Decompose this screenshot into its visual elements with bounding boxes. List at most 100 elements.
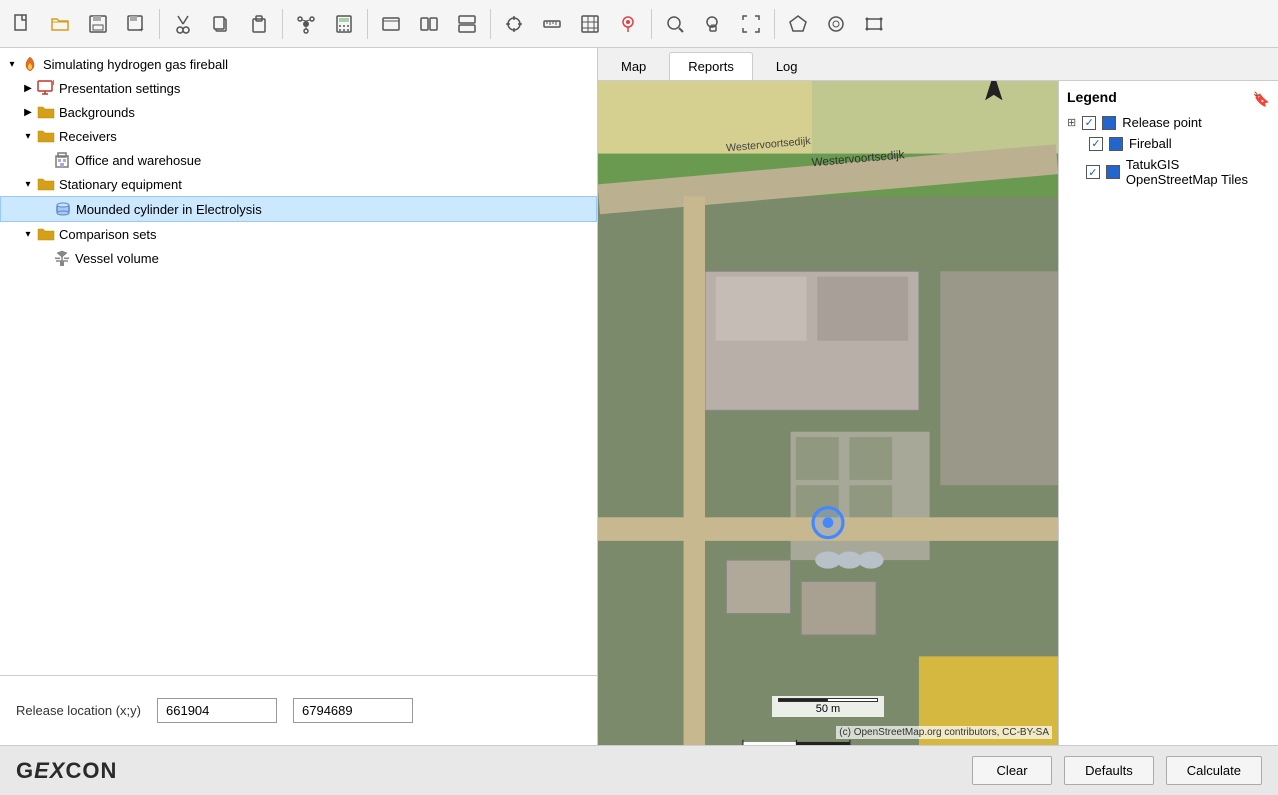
action-bar: GEXCON Clear Defaults Calculate	[0, 745, 1278, 795]
map-container[interactable]: Westervoortsedijk Westervoortsedijk 50 m…	[598, 81, 1058, 745]
sep4	[490, 9, 491, 39]
tree-item-stationary[interactable]: ▾ Stationary equipment	[0, 172, 597, 196]
legend-title: Legend	[1067, 89, 1117, 105]
tree-presentation-label: Presentation settings	[59, 81, 180, 96]
tree-receivers-label: Receivers	[59, 129, 117, 144]
folder-stationary-icon	[36, 174, 56, 194]
zoom-extent-button[interactable]	[733, 6, 769, 42]
folder-receivers-icon	[36, 126, 56, 146]
sep6	[774, 9, 775, 39]
tab-reports[interactable]: Reports	[669, 52, 753, 80]
scale-icon	[52, 248, 72, 268]
tree-root[interactable]: ▾ Simulating hydrogen gas fireball	[0, 52, 597, 76]
split-h-button[interactable]	[411, 6, 447, 42]
window-view-button[interactable]	[373, 6, 409, 42]
tree-toggle-receivers[interactable]: ▾	[20, 128, 36, 144]
tree-stationary-label: Stationary equipment	[59, 177, 182, 192]
tree-comparison-label: Comparison sets	[59, 227, 157, 242]
cut-button[interactable]	[165, 6, 201, 42]
toolbar: +	[0, 0, 1278, 48]
main-area: ▾ Simulating hydrogen gas fireball ▶ Pre…	[0, 48, 1278, 745]
legend-item-tatukgis: TatukGIS OpenStreetMap Tiles	[1067, 157, 1270, 187]
paste-button[interactable]	[241, 6, 277, 42]
right-panel: Map Reports Log	[598, 48, 1278, 745]
tree-office-label: Office and warehosue	[75, 153, 201, 168]
tree-item-backgrounds[interactable]: ▶ Backgrounds	[0, 100, 597, 124]
cylinder-icon	[53, 199, 73, 219]
tree-area: ▾ Simulating hydrogen gas fireball ▶ Pre…	[0, 48, 597, 675]
tree-item-comparison[interactable]: ▾ Comparison sets	[0, 222, 597, 246]
y-coordinate-input[interactable]	[293, 698, 413, 723]
bottom-panel: Release location (x;y)	[0, 675, 597, 745]
gexcon-logo: GEXCON	[16, 758, 117, 784]
calculator-button[interactable]	[326, 6, 362, 42]
legend-item-fireball: Fireball	[1067, 136, 1270, 151]
tab-map[interactable]: Map	[602, 52, 665, 80]
legend-cb-release[interactable]	[1082, 116, 1096, 130]
legend-item-release: ⊞ Release point	[1067, 115, 1270, 130]
tree-toggle-stationary[interactable]: ▾	[20, 176, 36, 192]
tree-item-receivers[interactable]: ▾ Receivers	[0, 124, 597, 148]
network-button[interactable]	[288, 6, 324, 42]
rect-tool-button[interactable]	[856, 6, 892, 42]
tree-vessel-label: Vessel volume	[75, 251, 159, 266]
scale-label: 50 m	[816, 703, 840, 715]
sep5	[651, 9, 652, 39]
map-tabs: Map Reports Log	[598, 48, 1278, 81]
tree-root-label: Simulating hydrogen gas fireball	[43, 57, 228, 72]
split-v-button[interactable]	[449, 6, 485, 42]
tree-toggle-comparison[interactable]: ▾	[20, 226, 36, 242]
pin-button[interactable]	[610, 6, 646, 42]
open-folder-button[interactable]	[42, 6, 78, 42]
tree-backgrounds-label: Backgrounds	[59, 105, 135, 120]
tree-item-presentation[interactable]: ▶ Presentation settings	[0, 76, 597, 100]
zoom-lock-button[interactable]	[695, 6, 731, 42]
save-button[interactable]	[80, 6, 116, 42]
legend-label-tatukgis: TatukGIS OpenStreetMap Tiles	[1126, 157, 1270, 187]
search-zoom-button[interactable]	[657, 6, 693, 42]
defaults-button[interactable]: Defaults	[1064, 756, 1154, 785]
left-panel: ▾ Simulating hydrogen gas fireball ▶ Pre…	[0, 48, 598, 745]
save-as-button[interactable]: +	[118, 6, 154, 42]
sep3	[367, 9, 368, 39]
legend-expand-release[interactable]: ⊞	[1067, 116, 1076, 129]
building-icon	[52, 150, 72, 170]
svg-text:+: +	[139, 25, 144, 34]
legend-label-fireball: Fireball	[1129, 136, 1172, 151]
legend-cb-tatukgis[interactable]	[1086, 165, 1100, 179]
tree-toggle-backgrounds[interactable]: ▶	[20, 104, 36, 120]
map-scale-bar: 50 m	[772, 696, 884, 717]
presentation-icon	[36, 78, 56, 98]
pentagon-button[interactable]	[780, 6, 816, 42]
folder-comparison-icon	[36, 224, 56, 244]
release-location-label: Release location (x;y)	[16, 703, 141, 718]
copy-button[interactable]	[203, 6, 239, 42]
folder-backgrounds-icon	[36, 102, 56, 122]
clear-button[interactable]: Clear	[972, 756, 1052, 785]
tree-item-vessel[interactable]: ▶ Vessel volume	[0, 246, 597, 270]
tree-item-cylinder[interactable]: ▶ Mounded cylinder in Electrolysis	[0, 196, 597, 222]
sep1	[159, 9, 160, 39]
grid-button[interactable]	[572, 6, 608, 42]
fire-icon	[20, 54, 40, 74]
legend-color-release	[1102, 116, 1116, 130]
legend-color-fireball	[1109, 137, 1123, 151]
legend-panel: Legend 🔖 ⊞ Release point Fireball	[1058, 81, 1278, 745]
tab-log[interactable]: Log	[757, 52, 817, 80]
legend-cb-fireball[interactable]	[1089, 137, 1103, 151]
crosshair-button[interactable]	[496, 6, 532, 42]
x-coordinate-input[interactable]	[157, 698, 277, 723]
sep2	[282, 9, 283, 39]
tree-item-office[interactable]: ▶ Office and warehosue	[0, 148, 597, 172]
new-file-button[interactable]	[4, 6, 40, 42]
legend-label-release: Release point	[1122, 115, 1202, 130]
tree-toggle-presentation[interactable]: ▶	[20, 80, 36, 96]
tree-toggle-root[interactable]: ▾	[4, 56, 20, 72]
map-legend-area: Westervoortsedijk Westervoortsedijk 50 m…	[598, 81, 1278, 745]
legend-color-tatukgis	[1106, 165, 1120, 179]
legend-bookmark-icon[interactable]: 🔖	[1253, 91, 1270, 108]
circle-tool-button[interactable]	[818, 6, 854, 42]
map-attribution: (c) OpenStreetMap.org contributors, CC-B…	[836, 726, 1052, 739]
calculate-button[interactable]: Calculate	[1166, 756, 1262, 785]
ruler-button[interactable]	[534, 6, 570, 42]
